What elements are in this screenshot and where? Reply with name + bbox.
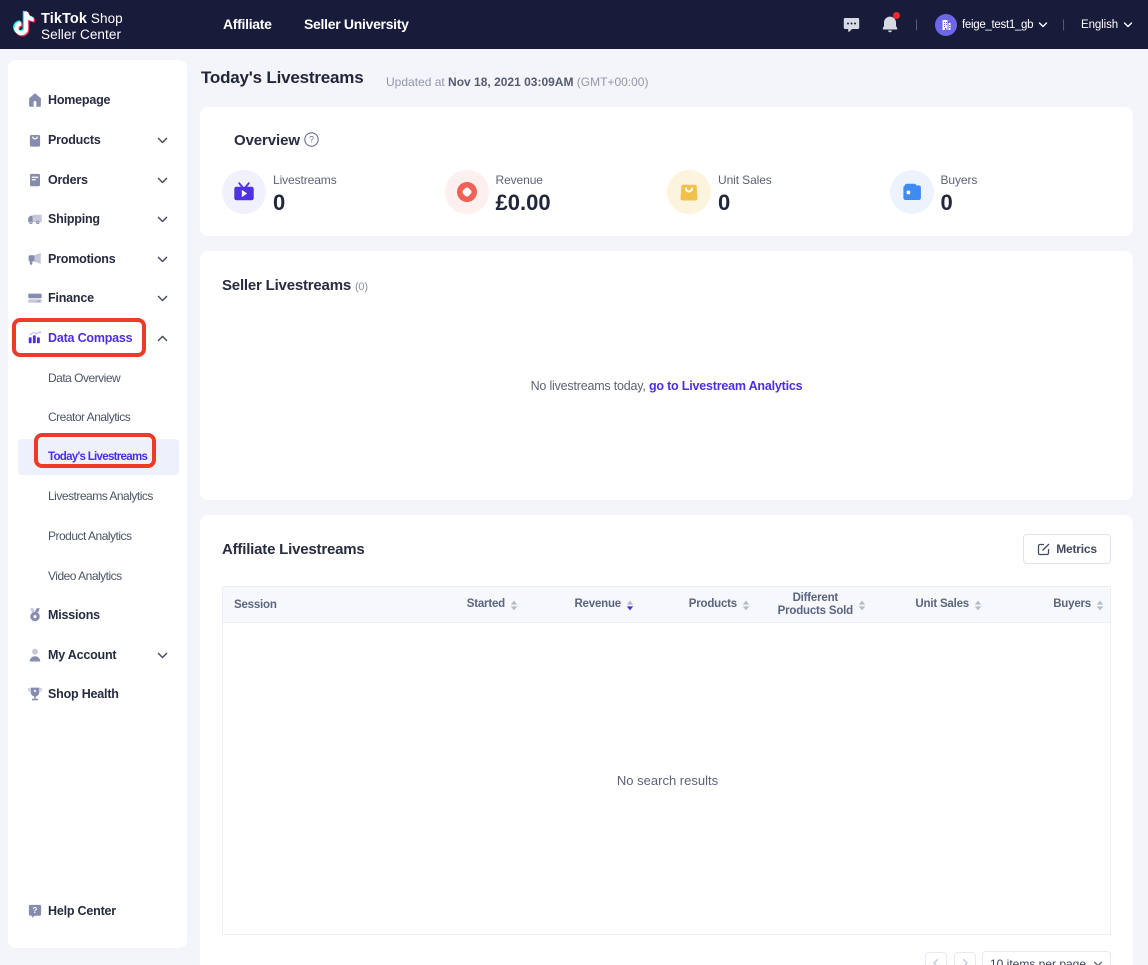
svg-text:?: ?	[33, 906, 38, 915]
svg-text:?: ?	[309, 135, 314, 145]
